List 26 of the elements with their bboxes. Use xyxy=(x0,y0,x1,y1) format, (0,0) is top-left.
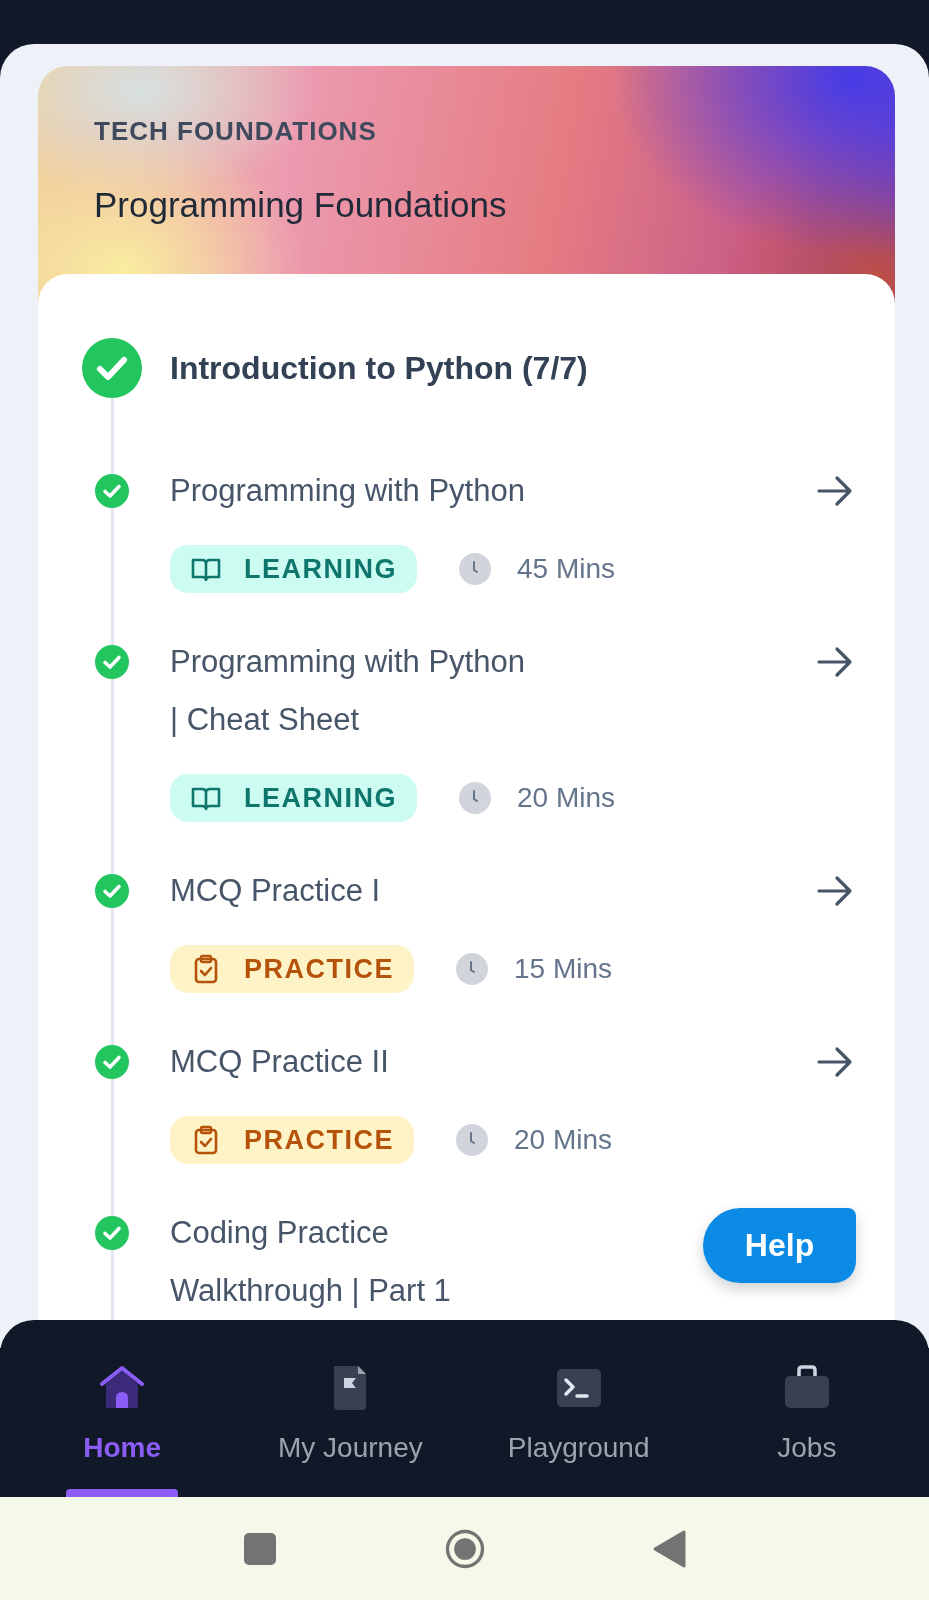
duration-text: 20 Mins xyxy=(514,1124,613,1156)
help-button[interactable]: Help xyxy=(703,1208,856,1283)
module-title: Introduction to Python (7/7) xyxy=(170,349,588,387)
lesson-title[interactable]: Programming with Python xyxy=(170,462,525,520)
clock-icon xyxy=(459,553,491,585)
type-tag: LEARNING xyxy=(170,545,417,593)
clock-icon xyxy=(456,953,488,985)
duration-text: 15 Mins xyxy=(514,953,613,985)
lesson-title[interactable]: Coding Practice Walkthrough | Part 1 xyxy=(170,1204,451,1320)
nav-tab[interactable]: Playground xyxy=(468,1360,689,1497)
duration-text: 20 Mins xyxy=(517,782,616,814)
nav-tab[interactable]: Home xyxy=(12,1360,233,1497)
type-tag: PRACTICE xyxy=(170,1116,414,1164)
nav-tab[interactable]: My Journey xyxy=(240,1360,461,1497)
course-title: Programming Foundations xyxy=(94,185,508,225)
lesson-title[interactable]: Programming with Python | Cheat Sheet xyxy=(170,633,525,749)
home-circle-icon[interactable] xyxy=(444,1528,485,1569)
type-tag: PRACTICE xyxy=(170,945,414,993)
nav-tab[interactable]: Jobs xyxy=(696,1360,917,1497)
duration-text: 45 Mins xyxy=(517,553,616,585)
type-tag: LEARNING xyxy=(170,774,417,822)
category-label: TECH FOUNDATIONS xyxy=(94,116,378,147)
lesson-title[interactable]: MCQ Practice II xyxy=(170,1033,389,1091)
clock-icon xyxy=(456,1124,488,1156)
clock-icon xyxy=(459,782,491,814)
lesson-title[interactable]: MCQ Practice I xyxy=(170,862,381,920)
